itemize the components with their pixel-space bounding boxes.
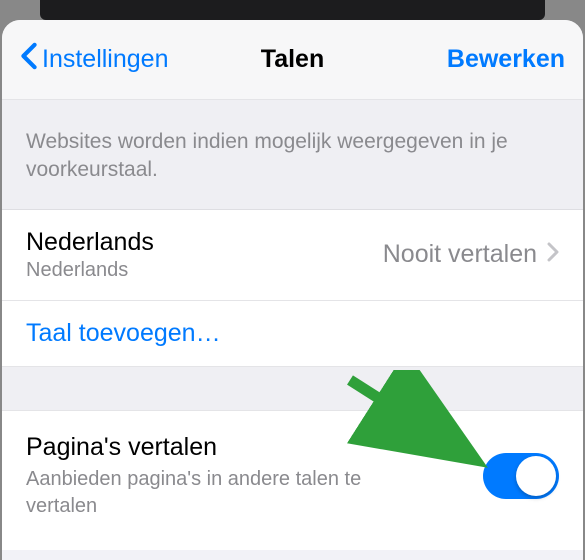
nav-edit-button[interactable]: Bewerken bbox=[383, 45, 565, 74]
nav-title: Talen bbox=[202, 45, 384, 74]
nav-back-label: Instellingen bbox=[42, 45, 168, 74]
add-language-label: Taal toevoegen… bbox=[26, 319, 221, 348]
settings-sheet: Instellingen Talen Bewerken Websites wor… bbox=[2, 20, 583, 560]
language-row[interactable]: Nederlands Nederlands Nooit vertalen bbox=[2, 210, 583, 301]
translate-toggle[interactable] bbox=[483, 453, 559, 499]
translate-subtitle: Aanbieden pagina's in andere talen te ve… bbox=[26, 466, 366, 520]
chevron-left-icon bbox=[20, 42, 38, 77]
language-subtitle: Nederlands bbox=[26, 259, 154, 282]
translate-title: Pagina's vertalen bbox=[26, 433, 366, 462]
language-detail: Nooit vertalen bbox=[383, 240, 537, 269]
chevron-right-icon bbox=[547, 242, 559, 267]
language-row-labels: Nederlands Nederlands bbox=[26, 228, 154, 282]
nav-bar: Instellingen Talen Bewerken bbox=[2, 20, 583, 100]
translate-labels: Pagina's vertalen Aanbieden pagina's in … bbox=[26, 433, 366, 520]
add-language-row[interactable]: Taal toevoegen… bbox=[2, 301, 583, 367]
translate-pages-row: Pagina's vertalen Aanbieden pagina's in … bbox=[2, 411, 583, 550]
section-description: Websites worden indien mogelijk weergege… bbox=[2, 100, 583, 210]
section-gap bbox=[2, 367, 583, 411]
nav-back-button[interactable]: Instellingen bbox=[20, 42, 202, 77]
toggle-knob bbox=[516, 456, 556, 496]
sheet-backdrop-bar bbox=[40, 0, 545, 20]
language-title: Nederlands bbox=[26, 228, 154, 257]
